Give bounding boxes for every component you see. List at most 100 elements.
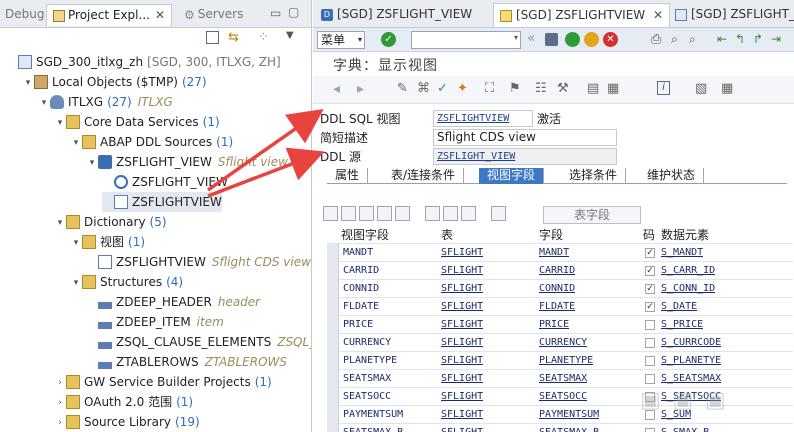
table-row[interactable]: MANDT SFLIGHT MANDT S_MANDT ✓ bbox=[327, 244, 793, 262]
next-page-icon[interactable]: ↱ bbox=[753, 32, 763, 46]
key-checkbox[interactable]: ✓ bbox=[645, 266, 655, 276]
view-field-cell[interactable]: MANDT bbox=[343, 244, 373, 262]
tree-item[interactable]: ZSFLIGHTVIEW Sflight CDS view bbox=[86, 252, 311, 272]
expand-toggle-icon[interactable]: ▾ bbox=[70, 133, 82, 153]
expand-toggle-icon[interactable]: ▾ bbox=[70, 273, 82, 293]
prev-page-icon[interactable]: « bbox=[527, 31, 535, 46]
field-cell[interactable]: CARRID bbox=[539, 262, 575, 280]
view-field-cell[interactable]: SEATSMAX bbox=[343, 370, 391, 388]
tree-item[interactable]: ▾ ABAP DDL Sources (1) bbox=[70, 132, 233, 152]
view-field-cell[interactable]: PAYMENTSUM bbox=[343, 406, 403, 424]
graphics-icon[interactable]: ▦ bbox=[607, 81, 619, 96]
row-selector[interactable] bbox=[327, 352, 339, 370]
table-row[interactable]: CARRID SFLIGHT CARRID S_CARR_ID ✓ bbox=[327, 262, 793, 280]
view-field-cell[interactable]: PRICE bbox=[343, 316, 373, 334]
collapse-all-icon[interactable] bbox=[206, 31, 219, 44]
save-icon[interactable] bbox=[545, 33, 558, 46]
table-cell[interactable]: SFLIGHT bbox=[441, 316, 483, 334]
row-selector[interactable] bbox=[327, 316, 339, 334]
expand-toggle-icon[interactable]: › bbox=[54, 413, 66, 432]
table-cell[interactable]: SFLIGHT bbox=[441, 370, 483, 388]
filter-icon[interactable]: ⁘ bbox=[258, 30, 269, 45]
view-field-cell[interactable]: CONNID bbox=[343, 280, 379, 298]
table-cell[interactable]: SFLIGHT bbox=[441, 424, 483, 432]
other-object-icon[interactable]: ⌘ bbox=[417, 81, 430, 96]
expand-toggle-icon[interactable]: › bbox=[54, 373, 66, 393]
row-selector[interactable] bbox=[327, 334, 339, 352]
exit-icon[interactable] bbox=[584, 32, 599, 47]
row-selector[interactable] bbox=[327, 424, 339, 432]
collapse-rows-icon[interactable] bbox=[425, 206, 440, 221]
expand-toggle-icon[interactable]: ▾ bbox=[38, 93, 50, 113]
layout-icon[interactable]: ▧ bbox=[695, 81, 707, 96]
tree-item[interactable]: SGD_300_itlxg_zh [SGD, 300, ITLXG, ZH] bbox=[6, 52, 281, 72]
cut-icon[interactable] bbox=[323, 206, 338, 221]
ddl-sql-view-field[interactable]: ZSFLIGHTVIEW bbox=[433, 110, 533, 127]
data-element-cell[interactable]: S_PRICE bbox=[661, 316, 703, 334]
view-field-cell[interactable]: SEATSMAX_B bbox=[343, 424, 403, 432]
link-editor-icon[interactable]: ⇆ bbox=[228, 30, 239, 45]
table-cell[interactable]: SFLIGHT bbox=[441, 298, 483, 316]
field-cell[interactable]: SEATSOCC bbox=[539, 388, 587, 406]
data-element-cell[interactable]: S_CURRCODE bbox=[661, 334, 721, 352]
table-cell[interactable]: SFLIGHT bbox=[441, 262, 483, 280]
contents-icon[interactable]: ▤ bbox=[587, 81, 599, 96]
tree-item[interactable]: ZDEEP_HEADER header bbox=[86, 292, 260, 312]
field-cell[interactable]: CONNID bbox=[539, 280, 575, 298]
key-checkbox[interactable] bbox=[645, 428, 655, 432]
short-desc-field[interactable]: Sflight CDS view bbox=[433, 129, 617, 146]
field-cell[interactable]: FLDATE bbox=[539, 298, 575, 316]
field-cell[interactable]: PAYMENTSUM bbox=[539, 406, 599, 424]
row-selector[interactable] bbox=[327, 280, 339, 298]
tree-item[interactable]: ZDEEP_ITEM item bbox=[86, 312, 224, 332]
view-field-cell[interactable]: FLDATE bbox=[343, 298, 379, 316]
table-fields-button[interactable]: 表字段 bbox=[543, 206, 641, 224]
paste-icon[interactable] bbox=[359, 206, 374, 221]
hierarchy-icon[interactable]: ⚑ bbox=[509, 81, 521, 96]
tree-item[interactable]: › Source Library (19) bbox=[54, 412, 200, 432]
table-cell[interactable]: SFLIGHT bbox=[441, 352, 483, 370]
last-page-icon[interactable]: ⇥ bbox=[771, 32, 781, 46]
col-data-element[interactable]: 数据元素 bbox=[661, 226, 709, 244]
tree-item[interactable]: ▾ Structures (4) bbox=[70, 272, 183, 292]
expand-toggle-icon[interactable]: ▾ bbox=[22, 73, 34, 93]
row-selector[interactable] bbox=[327, 298, 339, 316]
col-table[interactable]: 表 bbox=[441, 226, 453, 244]
tree-item[interactable]: ▾ ZSFLIGHT_VIEW Sflight view bbox=[86, 152, 288, 172]
key-checkbox[interactable] bbox=[645, 374, 655, 384]
back-icon[interactable] bbox=[565, 32, 580, 47]
tab-selection-conditions[interactable]: 选择条件 bbox=[561, 168, 627, 184]
expand-toggle-icon[interactable]: ▾ bbox=[70, 233, 82, 253]
table-row[interactable]: CONNID SFLIGHT CONNID S_CONN_ID ✓ bbox=[327, 280, 793, 298]
key-checkbox[interactable] bbox=[645, 356, 655, 366]
tree-item[interactable]: ▾ ITLXG (27) ITLXG bbox=[38, 92, 173, 112]
tab-debug[interactable]: Debug bbox=[2, 4, 44, 26]
tree-item[interactable]: ▾ Dictionary (5) bbox=[54, 212, 167, 232]
field-cell[interactable]: PRICE bbox=[539, 316, 569, 334]
minimize-icon[interactable]: ▭ bbox=[270, 6, 281, 20]
info-icon[interactable]: i bbox=[657, 81, 670, 95]
display-change-icon[interactable]: ✎ bbox=[397, 81, 408, 96]
enter-check-icon[interactable]: ✓ bbox=[381, 32, 396, 47]
tree-item[interactable]: ZTABLEROWS ZTABLEROWS bbox=[86, 352, 287, 372]
field-cell[interactable]: CURRENCY bbox=[539, 334, 587, 352]
data-element-cell[interactable]: S_MANDT bbox=[661, 244, 703, 262]
command-field[interactable]: ▾ bbox=[411, 31, 521, 49]
row-selector[interactable] bbox=[327, 244, 339, 262]
table-cell[interactable]: SFLIGHT bbox=[441, 244, 483, 262]
tab-attributes[interactable]: 属性 bbox=[327, 168, 369, 184]
tab-zsflightview-sapgui[interactable]: [SGD] ZSFLIGHTVIEW ✕ bbox=[493, 3, 671, 27]
find-next-icon[interactable]: ⌕ bbox=[689, 32, 696, 47]
ddl-source-field[interactable]: ZSFLIGHT_VIEW bbox=[433, 148, 617, 165]
key-checkbox[interactable]: ✓ bbox=[645, 302, 655, 312]
copy-icon[interactable] bbox=[341, 206, 356, 221]
col-field[interactable]: 字段 bbox=[539, 226, 563, 244]
table-row[interactable]: PRICE SFLIGHT PRICE S_PRICE bbox=[327, 316, 793, 334]
field-cell[interactable]: MANDT bbox=[539, 244, 569, 262]
prev-page-icon-2[interactable]: ↰ bbox=[735, 32, 745, 46]
search-help-icon[interactable] bbox=[491, 206, 506, 221]
row-selector[interactable] bbox=[327, 370, 339, 388]
key-checkbox[interactable] bbox=[645, 320, 655, 330]
insert-row-icon[interactable] bbox=[377, 206, 392, 221]
table-row[interactable]: FLDATE SFLIGHT FLDATE S_DATE ✓ bbox=[327, 298, 793, 316]
